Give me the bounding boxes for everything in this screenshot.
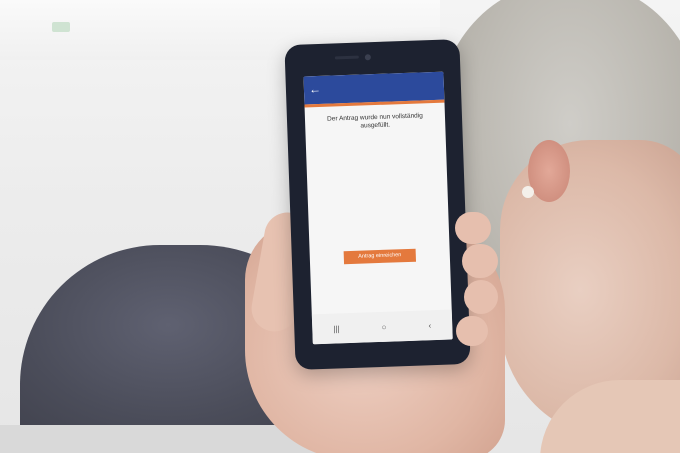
android-nav-bar: ||| ○ ‹ [311,309,453,345]
finger [462,244,498,278]
submit-application-button[interactable]: Antrag einreichen [343,248,417,265]
smartphone: ← Der Antrag wurde nun vollständig ausge… [284,39,471,370]
finger [455,212,491,244]
back-icon[interactable]: ‹ [428,321,431,330]
photo-scene: ← Der Antrag wurde nun vollständig ausge… [0,0,680,453]
home-icon[interactable]: ○ [381,322,386,331]
phone-camera [364,54,371,61]
finger [464,280,498,314]
completion-message: Der Antrag wurde nun vollständig ausgefü… [326,112,423,130]
wall-sign [52,22,70,32]
person-ear [528,140,570,202]
arrow-left-icon[interactable]: ← [309,82,321,96]
earring [522,186,534,198]
finger [456,316,488,346]
phone-speaker [334,55,359,60]
phone-screen: ← Der Antrag wurde nun vollständig ausge… [303,71,453,345]
recent-apps-icon[interactable]: ||| [333,324,340,333]
